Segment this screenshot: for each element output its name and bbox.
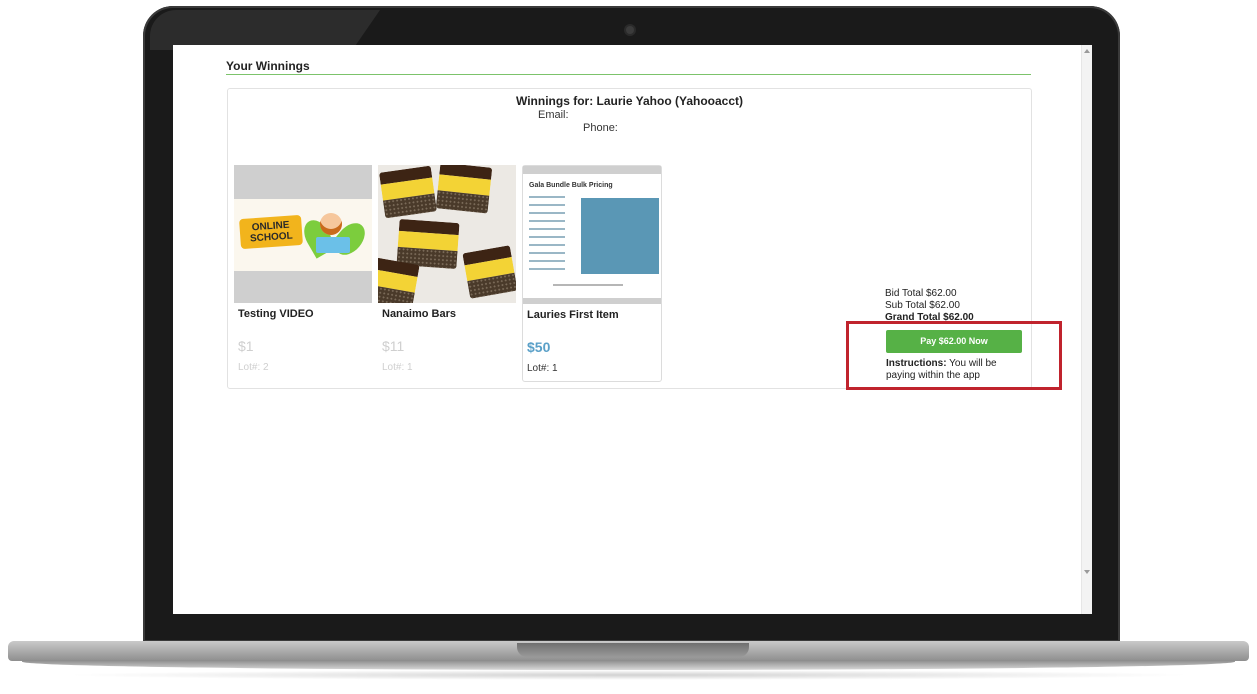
item-thumbnail	[378, 165, 516, 303]
laptop-illustration	[316, 237, 350, 253]
sub-total: Sub Total $62.00	[885, 300, 960, 311]
phone-label: Phone:	[583, 122, 618, 134]
online-school-logo: ONLINE SCHOOL	[239, 214, 303, 250]
nanaimo-bar-image	[378, 257, 420, 303]
item-price: $11	[382, 338, 405, 354]
grand-total: Grand Total $62.00	[885, 312, 974, 323]
instructions-label: Instructions:	[886, 358, 947, 369]
laptop-hinge-notch	[517, 643, 749, 657]
scroll-down-icon[interactable]	[1084, 570, 1090, 574]
vertical-scrollbar[interactable]	[1081, 45, 1092, 614]
student-avatar	[320, 213, 342, 235]
item-lot: Lot#: 1	[382, 362, 413, 373]
item-lot: Lot#: 1	[527, 363, 558, 374]
bezel-glare	[150, 10, 380, 50]
doc-border	[523, 166, 661, 174]
doc-border	[523, 298, 661, 304]
scroll-up-icon[interactable]	[1084, 49, 1090, 53]
section-divider	[226, 74, 1031, 75]
laptop-shadow	[60, 670, 1197, 680]
winner-heading: Winnings for: Laurie Yahoo (Yahooacct)	[515, 94, 744, 108]
bid-total: Bid Total $62.00	[885, 288, 957, 299]
section-title: Your Winnings	[226, 59, 310, 73]
nanaimo-bar-image	[396, 218, 460, 270]
item-thumbnail: Gala Bundle Bulk Pricing	[523, 166, 661, 304]
item-price: $50	[527, 339, 551, 355]
doc-title: Gala Bundle Bulk Pricing	[529, 182, 613, 189]
item-card-lauries-first-item[interactable]: Gala Bundle Bulk Pricing Lauries First I…	[522, 165, 662, 382]
nanaimo-bar-image	[435, 165, 493, 214]
item-thumbnail: ONLINE SCHOOL	[234, 165, 372, 303]
order-totals: Bid Total $62.00 Sub Total $62.00 Grand …	[885, 288, 974, 324]
item-title: Lauries First Item	[527, 309, 619, 321]
item-title: Testing VIDEO	[238, 308, 314, 320]
nanaimo-bar-image	[379, 165, 437, 219]
doc-footnote	[553, 284, 623, 286]
laptop-base-edge	[22, 660, 1235, 670]
pay-now-button[interactable]: Pay $62.00 Now	[886, 330, 1022, 353]
email-label: Email:	[538, 109, 569, 121]
school-badge-text-2: SCHOOL	[249, 230, 294, 245]
webcam-icon	[626, 26, 634, 34]
item-card-nanaimo-bars[interactable]: Nanaimo Bars $11 Lot#: 1	[378, 165, 516, 380]
item-title: Nanaimo Bars	[382, 308, 456, 320]
browser-viewport: Your Winnings Winnings for: Laurie Yahoo…	[173, 45, 1092, 614]
item-price: $1	[238, 338, 254, 354]
doc-bullet-list	[529, 196, 577, 276]
item-card-testing-video[interactable]: ONLINE SCHOOL Testing VIDEO $1 Lot#: 2	[234, 165, 372, 380]
item-lot: Lot#: 2	[238, 362, 269, 373]
pricing-table-graphic	[581, 198, 659, 274]
nanaimo-bar-image	[462, 245, 516, 299]
payment-instructions: Instructions: You will be paying within …	[886, 358, 1026, 382]
